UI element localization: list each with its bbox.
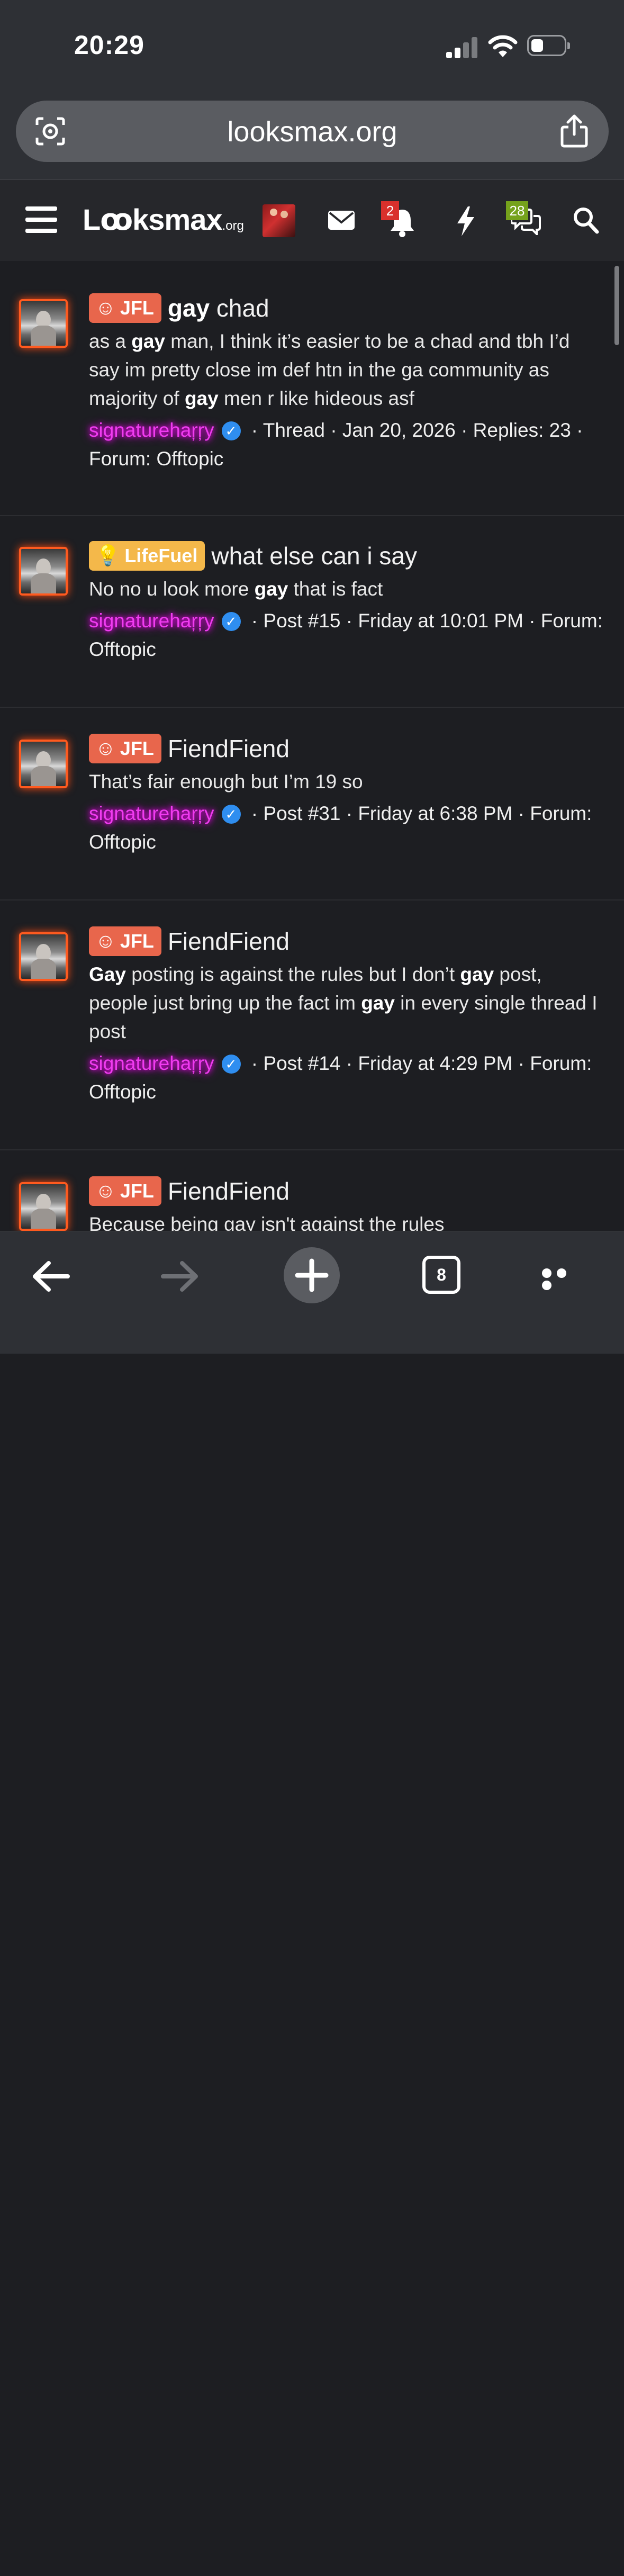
- prefix-text: JFL: [120, 1179, 154, 1202]
- result-meta: signaturehaŗŗy ✓ · Post #14 · Friday at 4…: [89, 1049, 603, 1106]
- result-snippet: Because being gay isn't against the rule…: [89, 1213, 445, 1231]
- title-text: what else can i say: [211, 542, 417, 570]
- result-title[interactable]: ☺ JFL gay chad: [89, 293, 603, 325]
- title-text: chad: [210, 294, 269, 322]
- result-item[interactable]: ☺ JFL gay chad as a gay man, I think it’s …: [0, 262, 624, 516]
- new-tab-button[interactable]: [284, 1247, 340, 1303]
- plus-icon: [295, 1258, 329, 1292]
- author-avatar[interactable]: [19, 1182, 68, 1231]
- prefix-text: LifeFuel: [124, 544, 198, 566]
- result-item[interactable]: ☺ JFL FiendFiend That’s fair enough but I’…: [0, 708, 624, 900]
- prefix-text: JFL: [120, 737, 154, 759]
- result-title[interactable]: ☺ JFL FiendFiend: [89, 926, 603, 958]
- verified-check-icon: ✓: [221, 1054, 241, 1074]
- prefix-text: JFL: [120, 930, 154, 952]
- verified-check-icon: ✓: [221, 421, 241, 440]
- lightbulb-icon: 💡: [95, 544, 121, 567]
- author-avatar[interactable]: [19, 932, 68, 981]
- prefix-label-jfl[interactable]: ☺ JFL: [89, 1176, 161, 1206]
- browser-toolbar: 8: [0, 1231, 624, 1354]
- laughing-face-icon: ☺: [95, 737, 116, 760]
- prefix-label-jfl[interactable]: ☺ JFL: [89, 926, 161, 956]
- result-item[interactable]: ☺ JFL FiendFiend Gay posting is against th…: [0, 900, 624, 1150]
- hamburger-icon[interactable]: [25, 206, 57, 233]
- arrow-left-icon[interactable]: [31, 1258, 71, 1295]
- result-item[interactable]: ☺ JFL FiendFiend Because being gay isn't a…: [0, 1150, 624, 1231]
- result-meta: signaturehaŗŗy ✓ · Thread · Jan 20, 2026 …: [89, 416, 603, 473]
- search-results-list: ☺ JFL gay chad as a gay man, I think it’s …: [0, 262, 624, 1231]
- title-text: FiendFiend: [167, 1177, 290, 1205]
- home-indicator: [238, 2571, 386, 2576]
- mail-icon[interactable]: [328, 211, 355, 230]
- cellular-signal-icon: [446, 36, 478, 58]
- result-snippet: as a gay man, I think it’s easier to be …: [89, 330, 570, 409]
- result-meta: signaturehaŗŗy ✓ · Post #15 · Friday at 1…: [89, 607, 603, 664]
- result-snippet: No no u look more gay that is fact: [89, 578, 383, 600]
- arrow-right-icon[interactable]: [160, 1258, 200, 1295]
- author-avatar[interactable]: [19, 740, 68, 788]
- wifi-icon: [488, 35, 518, 57]
- title-text: FiendFiend: [167, 927, 290, 955]
- result-title[interactable]: ☺ JFL FiendFiend: [89, 733, 603, 765]
- author-name[interactable]: signaturehaŗŗy: [89, 419, 214, 441]
- author-avatar[interactable]: [19, 547, 68, 596]
- battery-icon: [527, 35, 570, 56]
- browser-chrome: 20:29 looksmax.org: [0, 0, 624, 179]
- share-icon[interactable]: [560, 114, 589, 148]
- prefix-label-lifefuel[interactable]: 💡 LifeFuel: [89, 541, 205, 571]
- tabs-button[interactable]: 8: [422, 1256, 460, 1294]
- logo-suffix: .org: [222, 219, 244, 233]
- site-navbar: Lꝏksmax.org 2 28: [0, 179, 624, 261]
- result-meta: signaturehaŗŗy ✓ · Post #31 · Friday at 6…: [89, 799, 603, 857]
- site-logo[interactable]: Lꝏksmax.org: [83, 202, 244, 237]
- search-icon[interactable]: [573, 206, 599, 234]
- status-time: 20:29: [74, 30, 144, 60]
- verified-check-icon: ✓: [221, 611, 241, 631]
- title-highlight: gay: [167, 294, 210, 322]
- conversations-badge: 28: [506, 201, 528, 220]
- status-bar: 20:29: [0, 0, 624, 90]
- result-snippet: That’s fair enough but I’m 19 so: [89, 770, 363, 792]
- result-snippet: Gay posting is against the rules but I d…: [89, 963, 598, 1042]
- scrollbar-thumb[interactable]: [614, 266, 619, 345]
- title-text: FiendFiend: [167, 735, 290, 762]
- lightning-icon[interactable]: [454, 205, 477, 237]
- url-text[interactable]: looksmax.org: [16, 115, 609, 148]
- ellipsis-icon[interactable]: [542, 1268, 581, 1290]
- logo-text: Lꝏksmax: [83, 203, 223, 236]
- author-avatar[interactable]: [19, 299, 68, 348]
- author-name[interactable]: signaturehaŗŗy: [89, 803, 214, 824]
- author-name[interactable]: signaturehaŗŗy: [89, 1052, 214, 1074]
- laughing-face-icon: ☺: [95, 296, 116, 319]
- result-item[interactable]: 💡 LifeFuel what else can i say No no u loo…: [0, 516, 624, 708]
- result-title[interactable]: 💡 LifeFuel what else can i say: [89, 541, 603, 573]
- verified-check-icon: ✓: [221, 804, 241, 824]
- author-name[interactable]: signaturehaŗŗy: [89, 610, 214, 632]
- user-avatar[interactable]: [263, 204, 295, 237]
- notifications-badge: 2: [381, 201, 399, 220]
- laughing-face-icon: ☺: [95, 1179, 116, 1202]
- laughing-face-icon: ☺: [95, 930, 116, 952]
- prefix-label-jfl[interactable]: ☺ JFL: [89, 293, 161, 323]
- address-bar[interactable]: looksmax.org: [16, 101, 609, 162]
- result-title[interactable]: ☺ JFL FiendFiend: [89, 1176, 603, 1208]
- prefix-text: JFL: [120, 296, 154, 319]
- prefix-label-jfl[interactable]: ☺ JFL: [89, 733, 161, 763]
